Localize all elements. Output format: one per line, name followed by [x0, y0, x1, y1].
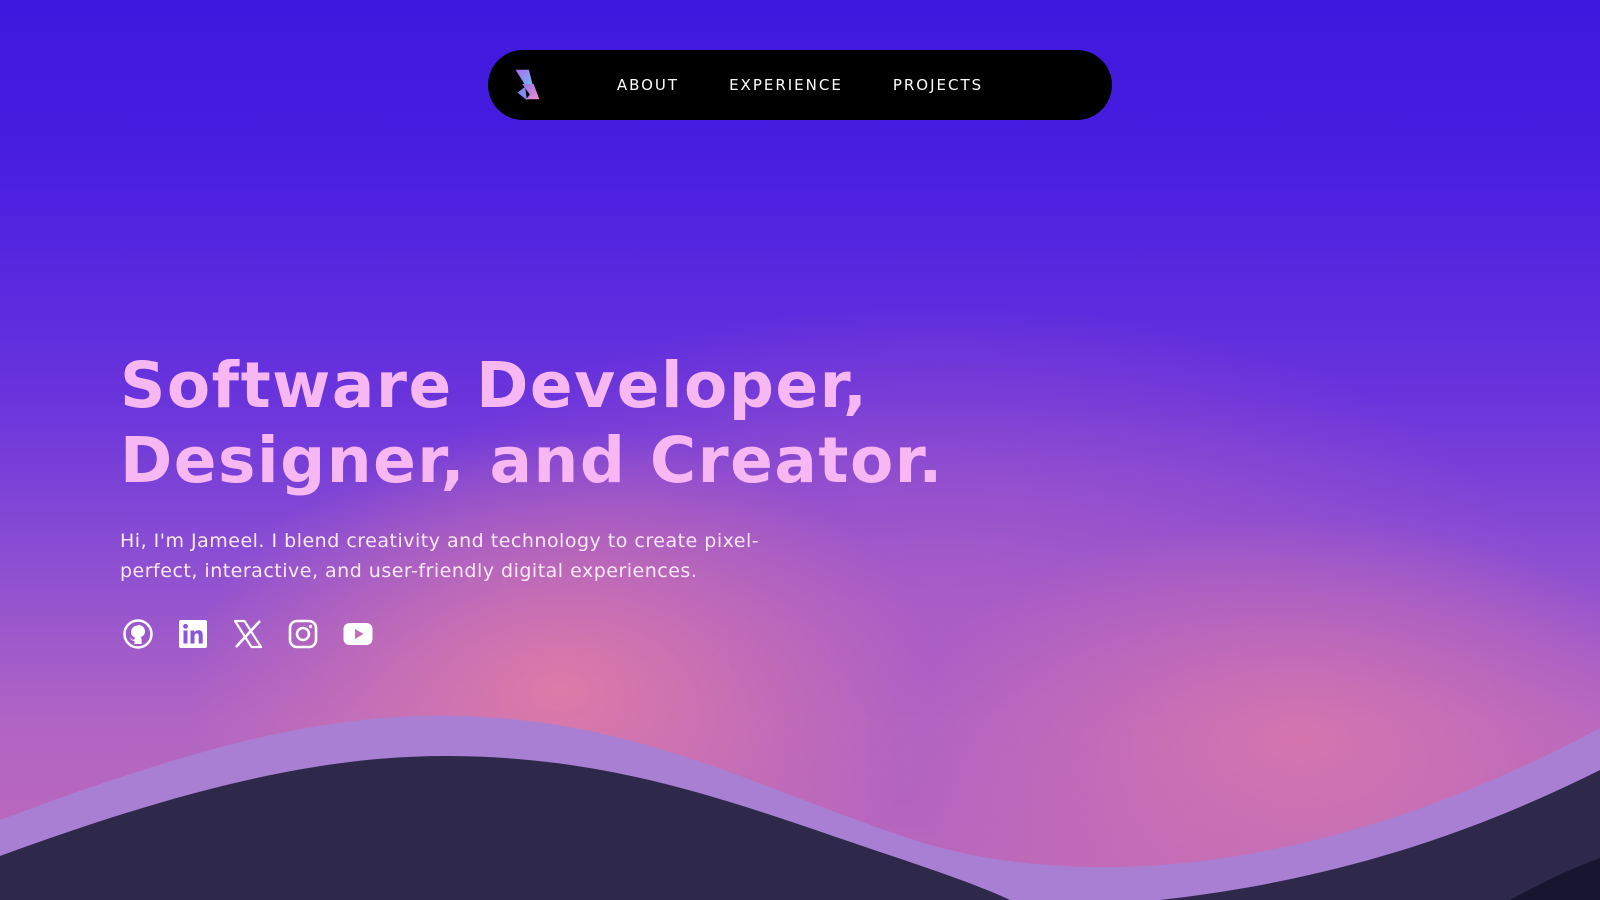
youtube-icon[interactable] [342, 618, 374, 650]
linkedin-icon[interactable] [177, 618, 209, 650]
hero-title-line-1: Software Developer, [120, 349, 869, 422]
social-links [122, 618, 374, 650]
hero-title: Software Developer, Designer, and Creato… [120, 348, 1020, 498]
github-icon[interactable] [122, 618, 154, 650]
nav-link-experience[interactable]: EXPERIENCE [729, 76, 843, 94]
nav-link-projects[interactable]: PROJECTS [893, 76, 983, 94]
top-navigation: ABOUT EXPERIENCE PROJECTS [488, 50, 1112, 120]
hero-title-line-2: Designer, and Creator. [120, 424, 944, 497]
nav-links: ABOUT EXPERIENCE PROJECTS [488, 50, 1112, 120]
nav-link-about[interactable]: ABOUT [617, 76, 679, 94]
instagram-icon[interactable] [287, 618, 319, 650]
hero-subtitle: Hi, I'm Jameel. I blend creativity and t… [120, 530, 760, 582]
hero-section: Software Developer, Designer, and Creato… [120, 348, 1020, 586]
x-icon[interactable] [232, 618, 264, 650]
